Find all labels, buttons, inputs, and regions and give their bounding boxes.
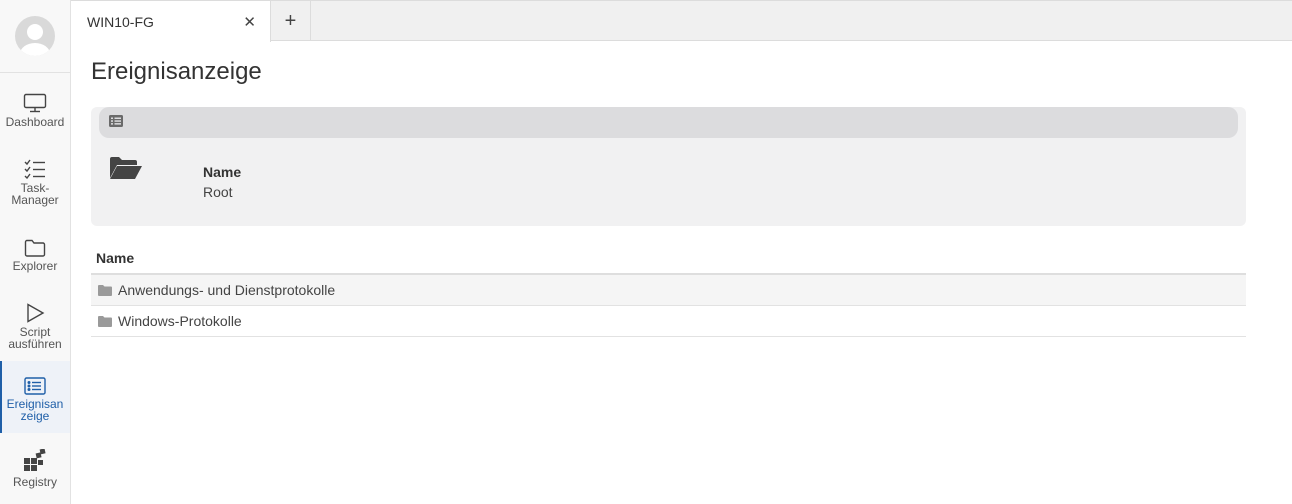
avatar-area bbox=[0, 0, 70, 73]
sidebar-item-label: Registry bbox=[12, 474, 57, 489]
folder-icon bbox=[98, 284, 112, 296]
main-content: Ereignisanzeige Name Root Name Anwendung… bbox=[91, 41, 1246, 337]
sidebar-item-task-manager[interactable]: Task- Manager bbox=[0, 145, 70, 217]
close-icon[interactable]: ✕ bbox=[243, 13, 256, 31]
panel-toolbar bbox=[99, 107, 1238, 138]
page-title: Ereignisanzeige bbox=[91, 58, 262, 85]
registry-blocks-icon bbox=[23, 448, 47, 473]
folder-icon bbox=[24, 235, 46, 257]
app-window: Dashboard Task- Manager Explorer Script … bbox=[0, 0, 1292, 504]
sidebar-item-event-viewer[interactable]: Ereignisan zeige bbox=[0, 361, 70, 433]
row-name: Windows-Protokolle bbox=[118, 313, 242, 329]
list-detail-icon[interactable] bbox=[109, 114, 123, 132]
folder-icon bbox=[98, 315, 112, 327]
event-list-icon bbox=[24, 373, 46, 395]
sidebar-item-dashboard[interactable]: Dashboard bbox=[0, 73, 70, 145]
sidebar-item-label: Explorer bbox=[12, 258, 58, 273]
tab-label: WIN10-FG bbox=[87, 13, 154, 30]
sidebar-item-registry[interactable]: Registry bbox=[0, 433, 70, 504]
sidebar-item-script[interactable]: Script ausführen bbox=[0, 289, 70, 361]
info-name-value: Root bbox=[203, 184, 233, 200]
sidebar-item-label: Dashboard bbox=[5, 114, 65, 129]
sidebar-item-label: Task- Manager bbox=[11, 180, 59, 207]
tab-win10-fg[interactable]: WIN10-FG ✕ bbox=[71, 1, 271, 42]
play-icon bbox=[25, 301, 45, 323]
sidebar-item-label: Script ausführen bbox=[8, 324, 62, 351]
sidebar-item-explorer[interactable]: Explorer bbox=[0, 217, 70, 289]
add-tab-button[interactable]: + bbox=[271, 1, 311, 41]
root-info: Name Root bbox=[91, 146, 1246, 218]
checklist-icon bbox=[24, 157, 46, 179]
table-body: Anwendungs- und Dienstprotokolle Windows… bbox=[91, 275, 1246, 337]
table-row[interactable]: Anwendungs- und Dienstprotokolle bbox=[91, 275, 1246, 306]
folder-open-icon bbox=[109, 156, 143, 185]
avatar[interactable] bbox=[15, 16, 55, 56]
table-row[interactable]: Windows-Protokolle bbox=[91, 306, 1246, 337]
sidebar-nav: Dashboard Task- Manager Explorer Script … bbox=[0, 73, 70, 504]
row-name: Anwendungs- und Dienstprotokolle bbox=[118, 282, 336, 298]
monitor-icon bbox=[23, 91, 47, 113]
sidebar-item-label: Ereignisan zeige bbox=[6, 396, 64, 423]
log-table: Name Anwendungs- und Dienstprotokolle Wi… bbox=[91, 243, 1246, 337]
column-header-name[interactable]: Name bbox=[91, 243, 1246, 275]
sidebar: Dashboard Task- Manager Explorer Script … bbox=[0, 0, 71, 504]
info-name-label: Name bbox=[203, 164, 242, 180]
tab-bar: WIN10-FG ✕ + bbox=[71, 0, 1292, 42]
info-panel: Name Root bbox=[91, 107, 1246, 226]
